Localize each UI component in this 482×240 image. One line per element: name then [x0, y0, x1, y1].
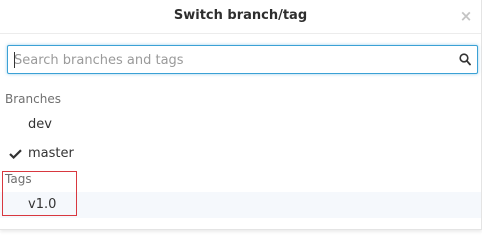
search-input[interactable]: [14, 49, 454, 71]
dropdown-header: Switch branch/tag ×: [0, 0, 481, 34]
tags-heading: Tags: [5, 172, 32, 186]
text-caret: [14, 52, 15, 68]
branch-label: master: [28, 146, 74, 161]
branches-heading: Branches: [5, 92, 61, 106]
branch-label: dev: [28, 117, 52, 132]
branch-item-dev[interactable]: dev: [0, 112, 481, 138]
search-icon[interactable]: [459, 53, 471, 66]
branch-tag-dropdown: Switch branch/tag × Branches dev master …: [0, 0, 482, 230]
branch-item-master[interactable]: master: [0, 141, 481, 167]
tag-item-v1-0[interactable]: v1.0: [0, 192, 481, 218]
dropdown-title: Switch branch/tag: [173, 8, 308, 23]
tag-label: v1.0: [28, 197, 57, 212]
close-icon[interactable]: ×: [459, 8, 473, 24]
search-box[interactable]: [7, 45, 478, 74]
check-icon: [9, 149, 22, 159]
